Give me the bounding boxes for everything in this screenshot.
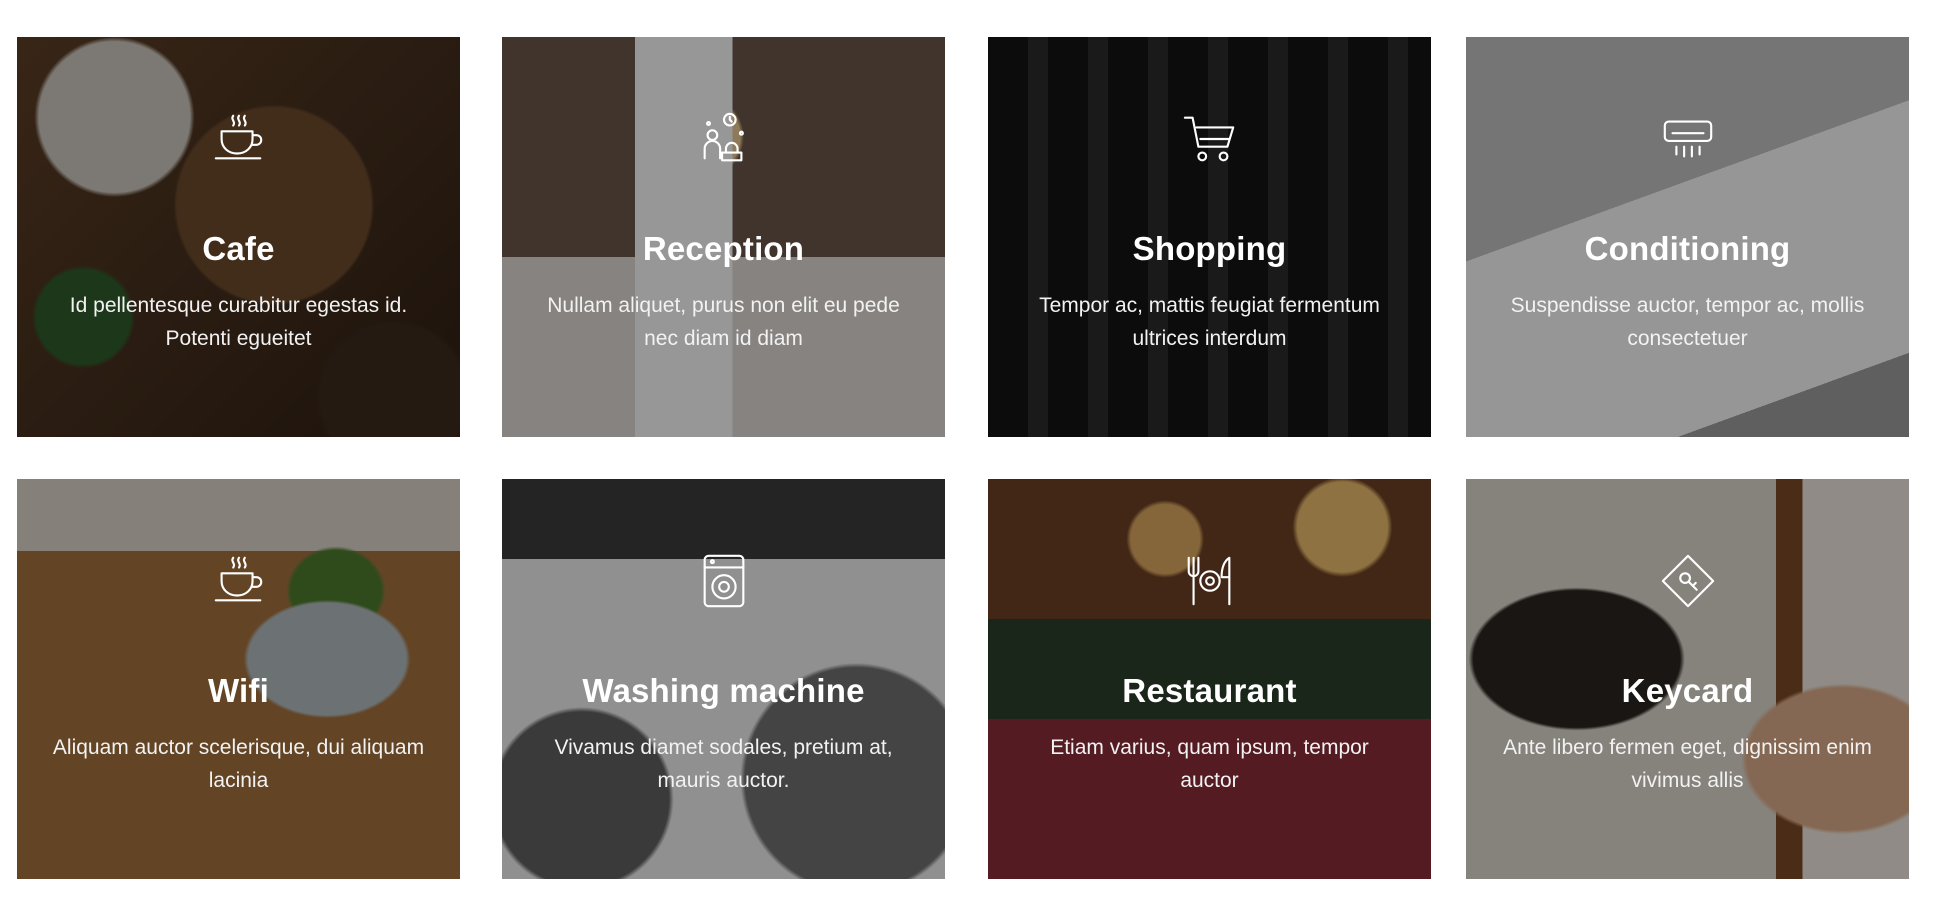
- amenity-card-keycard[interactable]: Keycard Ante libero fermen eget, digniss…: [1466, 479, 1909, 879]
- amenity-card-washing-machine[interactable]: Washing machine Vivamus diamet sodales, …: [502, 479, 945, 879]
- card-description: Etiam varius, quam ipsum, tempor auctor: [1050, 736, 1369, 792]
- cutlery-icon: [1180, 551, 1240, 611]
- washing-machine-icon: [694, 551, 754, 611]
- card-description: Vivamus diamet sodales, pretium at, maur…: [554, 736, 893, 792]
- card-title: Keycard: [1621, 672, 1754, 709]
- card-title: Wifi: [208, 672, 269, 709]
- reception-icon: [694, 109, 754, 169]
- card-title: Conditioning: [1584, 230, 1791, 267]
- coffee-cup-icon: [209, 109, 269, 169]
- keycard-icon: [1658, 551, 1718, 611]
- card-title: Shopping: [1132, 230, 1287, 267]
- card-description: Tempor ac, mattis feugiat fermentum ultr…: [1039, 294, 1380, 350]
- amenities-grid: Cafe Id pellentesque curabitur egestas i…: [0, 0, 1935, 914]
- card-description: Nullam aliquet, purus non elit eu pede n…: [547, 294, 900, 350]
- coffee-cup-icon: [209, 551, 269, 611]
- shopping-cart-icon: [1180, 109, 1240, 169]
- amenity-card-reception[interactable]: Reception Nullam aliquet, purus non elit…: [502, 37, 945, 437]
- amenity-card-wifi[interactable]: Wifi Aliquam auctor scelerisque, dui ali…: [17, 479, 460, 879]
- card-description: Id pellentesque curabitur egestas id. Po…: [69, 294, 408, 350]
- card-title: Restaurant: [1122, 672, 1297, 709]
- card-description: Ante libero fermen eget, dignissim enim …: [1503, 736, 1872, 792]
- amenity-card-cafe[interactable]: Cafe Id pellentesque curabitur egestas i…: [17, 37, 460, 437]
- amenity-card-conditioning[interactable]: Conditioning Suspendisse auctor, tempor …: [1466, 37, 1909, 437]
- amenity-card-shopping[interactable]: Shopping Tempor ac, mattis feugiat ferme…: [988, 37, 1431, 437]
- air-conditioner-icon: [1658, 109, 1718, 169]
- amenity-card-restaurant[interactable]: Restaurant Etiam varius, quam ipsum, tem…: [988, 479, 1431, 879]
- card-description: Aliquam auctor scelerisque, dui aliquam …: [52, 736, 425, 792]
- card-title: Cafe: [202, 230, 275, 267]
- card-title: Reception: [642, 230, 805, 267]
- card-title: Washing machine: [582, 672, 865, 709]
- card-description: Suspendisse auctor, tempor ac, mollis co…: [1510, 294, 1865, 350]
